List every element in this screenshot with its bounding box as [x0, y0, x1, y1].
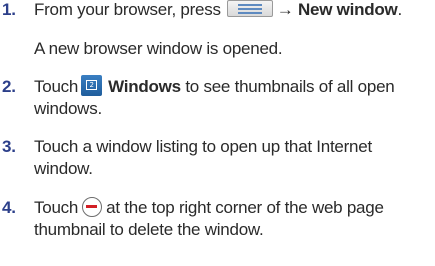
step-text: Touch 2 Windows to see thumbnails of all o…	[34, 75, 395, 97]
step-number: 1.	[2, 0, 16, 19]
step-text: Touch a window listing to open up that I…	[34, 137, 372, 156]
remove-circle-icon	[82, 196, 103, 217]
new-window-label: New window	[297, 0, 398, 19]
menu-key-icon	[226, 0, 273, 18]
result-text: A new browser window is opened.	[34, 39, 283, 58]
step-number: 2.	[2, 77, 16, 96]
step-text: From your browser, press → New window.	[34, 0, 402, 19]
instructions: 1. From your browser, press → New window.…	[2, 0, 402, 239]
step-number: 3.	[2, 137, 16, 156]
windows-label: Windows	[108, 77, 181, 96]
windows-icon: 2	[81, 75, 103, 97]
step-text: Touch at the top right corner of the web …	[34, 196, 384, 217]
step-number: 4.	[2, 198, 16, 217]
